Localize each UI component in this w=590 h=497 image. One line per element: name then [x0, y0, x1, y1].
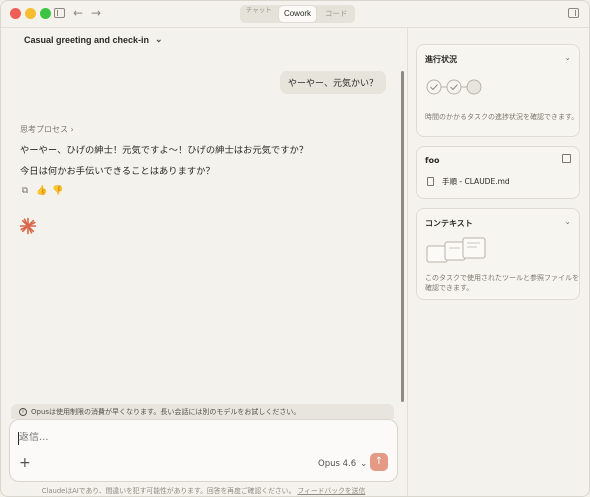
- close-window-button[interactable]: [10, 8, 21, 19]
- right-panel-divider: [407, 28, 408, 496]
- send-button[interactable]: ↑: [370, 453, 388, 471]
- copy-icon[interactable]: ⧉: [20, 186, 30, 196]
- progress-card-title: 進行状況: [425, 55, 457, 64]
- chevron-down-icon: ⌄: [360, 459, 368, 469]
- disclaimer-footer: ClaudeはAIであり、間違いを犯す可能性があります。回答を再度ご確認ください…: [9, 485, 398, 495]
- forward-arrow-icon[interactable]: →: [89, 6, 103, 20]
- tab-code[interactable]: コード: [317, 6, 355, 22]
- model-selector[interactable]: Opus 4.6 ⌄: [318, 459, 367, 469]
- disclaimer-text: ClaudeはAIであり、間違いを犯す可能性があります。回答を再度ご確認ください…: [41, 487, 296, 495]
- thought-process-toggle[interactable]: 思考プロセス ›: [20, 124, 74, 135]
- app-window: ← → チャット Cowork コード Casual greeting and …: [0, 0, 590, 497]
- info-icon: i: [19, 407, 27, 416]
- message-actions: ⧉ 👍 👎: [20, 186, 63, 196]
- add-attachment-icon[interactable]: +: [19, 456, 31, 470]
- chevron-down-icon[interactable]: ⌄: [564, 53, 571, 62]
- thumbs-up-icon[interactable]: 👍: [36, 186, 47, 196]
- tab-cowork[interactable]: Cowork: [278, 6, 317, 22]
- chevron-down-icon[interactable]: ⌄: [564, 217, 571, 226]
- user-message-text: やーやー、元気かい？: [288, 79, 378, 89]
- progress-card-description: 時間のかかるタスクの進捗状況を確認できます。: [425, 113, 579, 121]
- back-arrow-icon[interactable]: ←: [71, 6, 85, 20]
- usage-notice-text: Opusは使用制限の消費が早くなります。長い会話には別のモデルをお試しください。: [31, 407, 301, 416]
- chevron-down-icon: ⌄: [155, 34, 163, 44]
- thumbs-down-icon[interactable]: 👎: [52, 186, 63, 196]
- tab-chat[interactable]: チャット: [240, 6, 278, 22]
- feedback-link[interactable]: フィードバックを送信: [297, 487, 365, 495]
- model-name: Opus 4.6: [318, 459, 357, 469]
- assistant-reply-line-1: やーやー、ひげの紳士！元気ですよ〜！ひげの紳士はお元気ですか？: [20, 145, 309, 156]
- user-message-bubble: やーやー、元気かい？: [280, 71, 386, 94]
- file-item[interactable]: 手順 - CLAUDE.md: [427, 176, 510, 187]
- context-card: コンテキスト ⌄ このタスクで使用されたツールと参照ファイルを確認できます。: [416, 208, 580, 300]
- open-external-icon[interactable]: [562, 154, 571, 163]
- message-composer: + Opus 4.6 ⌄ ↑: [9, 419, 398, 482]
- folder-card-title: foo: [425, 156, 440, 165]
- reply-input[interactable]: [19, 432, 359, 443]
- claude-spark-icon: [19, 217, 37, 235]
- toggle-right-panel-icon[interactable]: [568, 8, 579, 18]
- folder-card: foo 手順 - CLAUDE.md: [416, 146, 580, 199]
- minimize-window-button[interactable]: [25, 8, 36, 19]
- progress-steps-icon: [426, 79, 482, 95]
- context-card-description: このタスクで使用されたツールと参照ファイルを確認できます。: [425, 274, 579, 292]
- toggle-left-sidebar-icon[interactable]: [54, 8, 65, 18]
- conversation-title: Casual greeting and check-in: [24, 34, 150, 45]
- conversation-title-menu[interactable]: Casual greeting and check-in ⌄: [24, 34, 163, 45]
- usage-notice: i Opusは使用制限の消費が早くなります。長い会話には別のモデルをお試しくださ…: [11, 404, 394, 419]
- chat-scrollbar[interactable]: [401, 71, 404, 402]
- maximize-window-button[interactable]: [40, 8, 51, 19]
- progress-card: 進行状況 ⌄ 時間のかかるタスクの進捗状況を確認できます。: [416, 44, 580, 137]
- assistant-reply-line-2: 今日は何かお手伝いできることはありますか？: [20, 166, 215, 177]
- context-illustration-icon: [426, 237, 486, 263]
- title-bar: ← → チャット Cowork コード: [1, 1, 589, 27]
- title-divider: [1, 27, 589, 28]
- context-card-title: コンテキスト: [425, 219, 473, 228]
- file-icon: [427, 177, 434, 186]
- file-name: 手順 - CLAUDE.md: [442, 177, 510, 186]
- mode-tabs: チャット Cowork コード: [240, 5, 355, 23]
